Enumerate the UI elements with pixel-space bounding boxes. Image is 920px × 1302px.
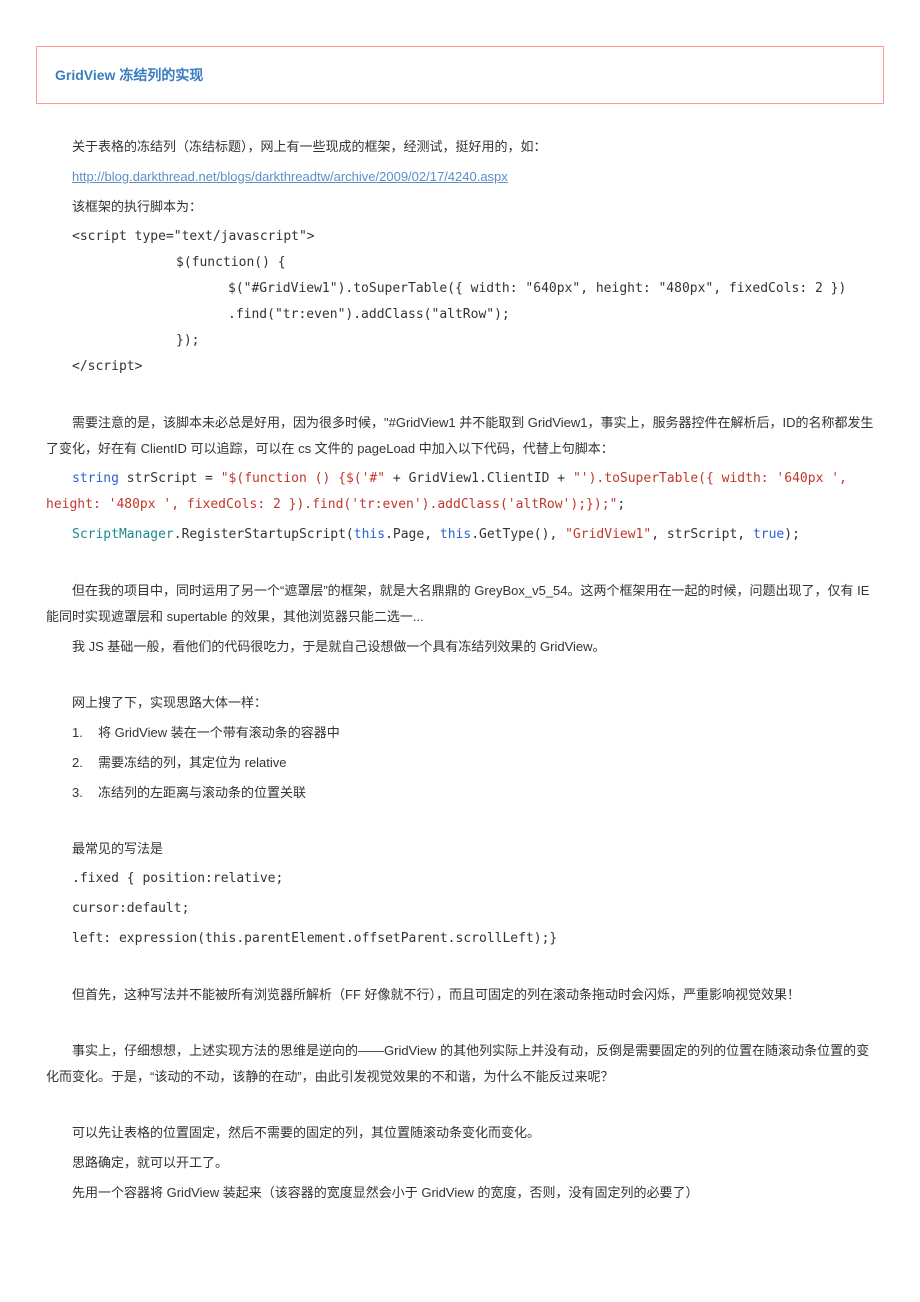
- cs-code-line-1: string strScript = "$(function () {$('#"…: [46, 466, 874, 518]
- cs-code-line-2: ScriptManager.RegisterStartupScript(this…: [46, 522, 874, 548]
- paragraph: 但在我的项目中，同时运用了另一个“遮罩层”的框架，就是大名鼎鼎的 GreyBox…: [46, 578, 874, 630]
- css-code-line: .fixed { position:relative;: [46, 866, 874, 892]
- code-text: , strScript,: [651, 527, 753, 542]
- code-text: ;: [617, 497, 625, 512]
- reference-link[interactable]: http://blog.darkthread.net/blogs/darkthr…: [46, 164, 874, 190]
- title-box: GridView 冻结列的实现: [36, 46, 884, 104]
- code-text: strScript =: [119, 471, 221, 486]
- keyword: true: [753, 527, 784, 542]
- css-code-line: cursor:default;: [46, 896, 874, 922]
- list-item: 2.需要冻结的列，其定位为 relative: [72, 750, 874, 776]
- paragraph: 我 JS 基础一般，看他们的代码很吃力，于是就自己设想做一个具有冻结列效果的 G…: [46, 634, 874, 660]
- list-number: 1.: [72, 720, 98, 746]
- paragraph: 最常见的写法是: [46, 836, 874, 862]
- code-text: + GridView1.ClientID +: [385, 471, 573, 486]
- list-text: 将 GridView 装在一个带有滚动条的容器中: [98, 725, 340, 740]
- code-text: .GetType(),: [471, 527, 565, 542]
- intro-text: 关于表格的冻结列（冻结标题），网上有一些现成的框架，经测试，挺好用的，如：: [46, 134, 874, 160]
- keyword: string: [72, 471, 119, 486]
- code-line: <script type="text/javascript">: [72, 224, 874, 250]
- list-number: 3.: [72, 780, 98, 806]
- code-line: .find("tr:even").addClass("altRow");: [72, 302, 874, 328]
- code-text: .Page,: [385, 527, 440, 542]
- list-number: 2.: [72, 750, 98, 776]
- article-body: 关于表格的冻结列（冻结标题），网上有一些现成的框架，经测试，挺好用的，如： ht…: [0, 134, 920, 1250]
- paragraph: 网上搜了下，实现思路大体一样：: [46, 690, 874, 716]
- paragraph: 但首先，这种写法并不能被所有浏览器所解析（FF 好像就不行），而且可固定的列在滚…: [46, 982, 874, 1008]
- script-label: 该框架的执行脚本为：: [46, 194, 874, 220]
- code-line: $(function() {: [72, 250, 874, 276]
- list-text: 需要冻结的列，其定位为 relative: [98, 755, 287, 770]
- code-line: </script>: [72, 354, 874, 380]
- js-code-block: <script type="text/javascript"> $(functi…: [72, 224, 874, 380]
- paragraph: 事实上，仔细想想，上述实现方法的思维是逆向的——GridView 的其他列实际上…: [46, 1038, 874, 1090]
- paragraph: 可以先让表格的位置固定，然后不需要的固定的列，其位置随滚动条变化而变化。: [46, 1120, 874, 1146]
- code-text: .RegisterStartupScript(: [174, 527, 354, 542]
- code-line: });: [72, 328, 874, 354]
- page-title: GridView 冻结列的实现: [55, 67, 203, 83]
- list-text: 冻结列的左距离与滚动条的位置关联: [98, 785, 306, 800]
- code-line: $("#GridView1").toSuperTable({ width: "6…: [72, 276, 874, 302]
- string-literal: "$(function () {$('#": [221, 471, 385, 486]
- note-paragraph: 需要注意的是，该脚本未必总是好用，因为很多时候，"#GridView1 并不能取…: [46, 410, 874, 462]
- list-item: 3.冻结列的左距离与滚动条的位置关联: [72, 780, 874, 806]
- paragraph: 先用一个容器将 GridView 装起来（该容器的宽度显然会小于 GridVie…: [46, 1180, 874, 1206]
- keyword: this: [440, 527, 471, 542]
- code-text: );: [784, 527, 800, 542]
- paragraph: 思路确定，就可以开工了。: [46, 1150, 874, 1176]
- steps-list: 1.将 GridView 装在一个带有滚动条的容器中 2.需要冻结的列，其定位为…: [46, 720, 874, 806]
- string-literal: "GridView1": [565, 527, 651, 542]
- keyword: this: [354, 527, 385, 542]
- class-name: ScriptManager: [72, 527, 174, 542]
- list-item: 1.将 GridView 装在一个带有滚动条的容器中: [72, 720, 874, 746]
- css-code-line: left: expression(this.parentElement.offs…: [46, 926, 874, 952]
